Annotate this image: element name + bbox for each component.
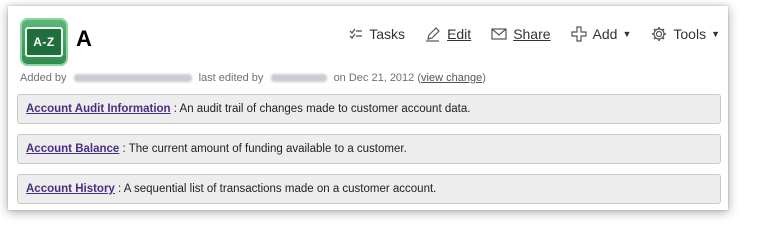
tasks-button[interactable]: Tasks <box>349 26 405 42</box>
chevron-down-icon: ▼ <box>711 29 720 39</box>
edit-label: Edit <box>447 26 472 42</box>
tools-menu[interactable]: Tools ▼ <box>651 26 720 42</box>
add-label: Add <box>592 26 618 42</box>
entry-description: : The current amount of funding availabl… <box>119 143 407 155</box>
page-card: A-Z A Tasks Edit Share Add ▼ Tools ▼ Add… <box>8 6 728 210</box>
tasks-icon <box>349 28 363 39</box>
edit-button[interactable]: Edit <box>425 26 471 42</box>
page-metadata: Added by last edited by on Dec 21, 2012 … <box>20 72 486 84</box>
added-by-text: Added by <box>20 72 67 84</box>
share-label: Share <box>513 26 551 42</box>
redacted-creator <box>73 74 192 83</box>
space-logo[interactable]: A-Z <box>20 18 68 66</box>
entry-link[interactable]: Account Balance <box>26 143 119 155</box>
chevron-down-icon: ▼ <box>622 29 632 39</box>
page-toolbar: Tasks Edit Share Add ▼ Tools ▼ <box>329 26 720 42</box>
pencil-icon <box>426 27 440 42</box>
logo-text: A-Z <box>33 35 55 49</box>
tools-label: Tools <box>673 26 707 42</box>
view-change-link[interactable]: view change <box>421 72 482 84</box>
redacted-editor <box>270 74 327 83</box>
edit-date: on Dec 21, 2012 <box>333 72 415 84</box>
last-edited-by-text: last edited by <box>198 72 264 84</box>
add-menu[interactable]: Add ▼ <box>570 26 632 42</box>
tasks-label: Tasks <box>369 26 406 42</box>
page-title: A <box>76 26 92 51</box>
entry-link[interactable]: Account History <box>26 183 115 195</box>
envelope-icon <box>491 28 507 40</box>
plus-icon <box>570 26 587 42</box>
gear-icon <box>652 27 667 41</box>
book-icon: A-Z <box>25 27 63 57</box>
entry-description: : An audit trail of changes made to cust… <box>170 103 471 115</box>
glossary-entry: Account History : A sequential list of t… <box>17 174 721 204</box>
glossary-entry: Account Audit Information : An audit tra… <box>17 94 721 124</box>
glossary-entry: Account Balance : The current amount of … <box>17 134 721 164</box>
entry-description: : A sequential list of transactions made… <box>114 183 437 195</box>
share-button[interactable]: Share <box>491 26 551 42</box>
entry-link[interactable]: Account Audit Information <box>26 103 171 115</box>
